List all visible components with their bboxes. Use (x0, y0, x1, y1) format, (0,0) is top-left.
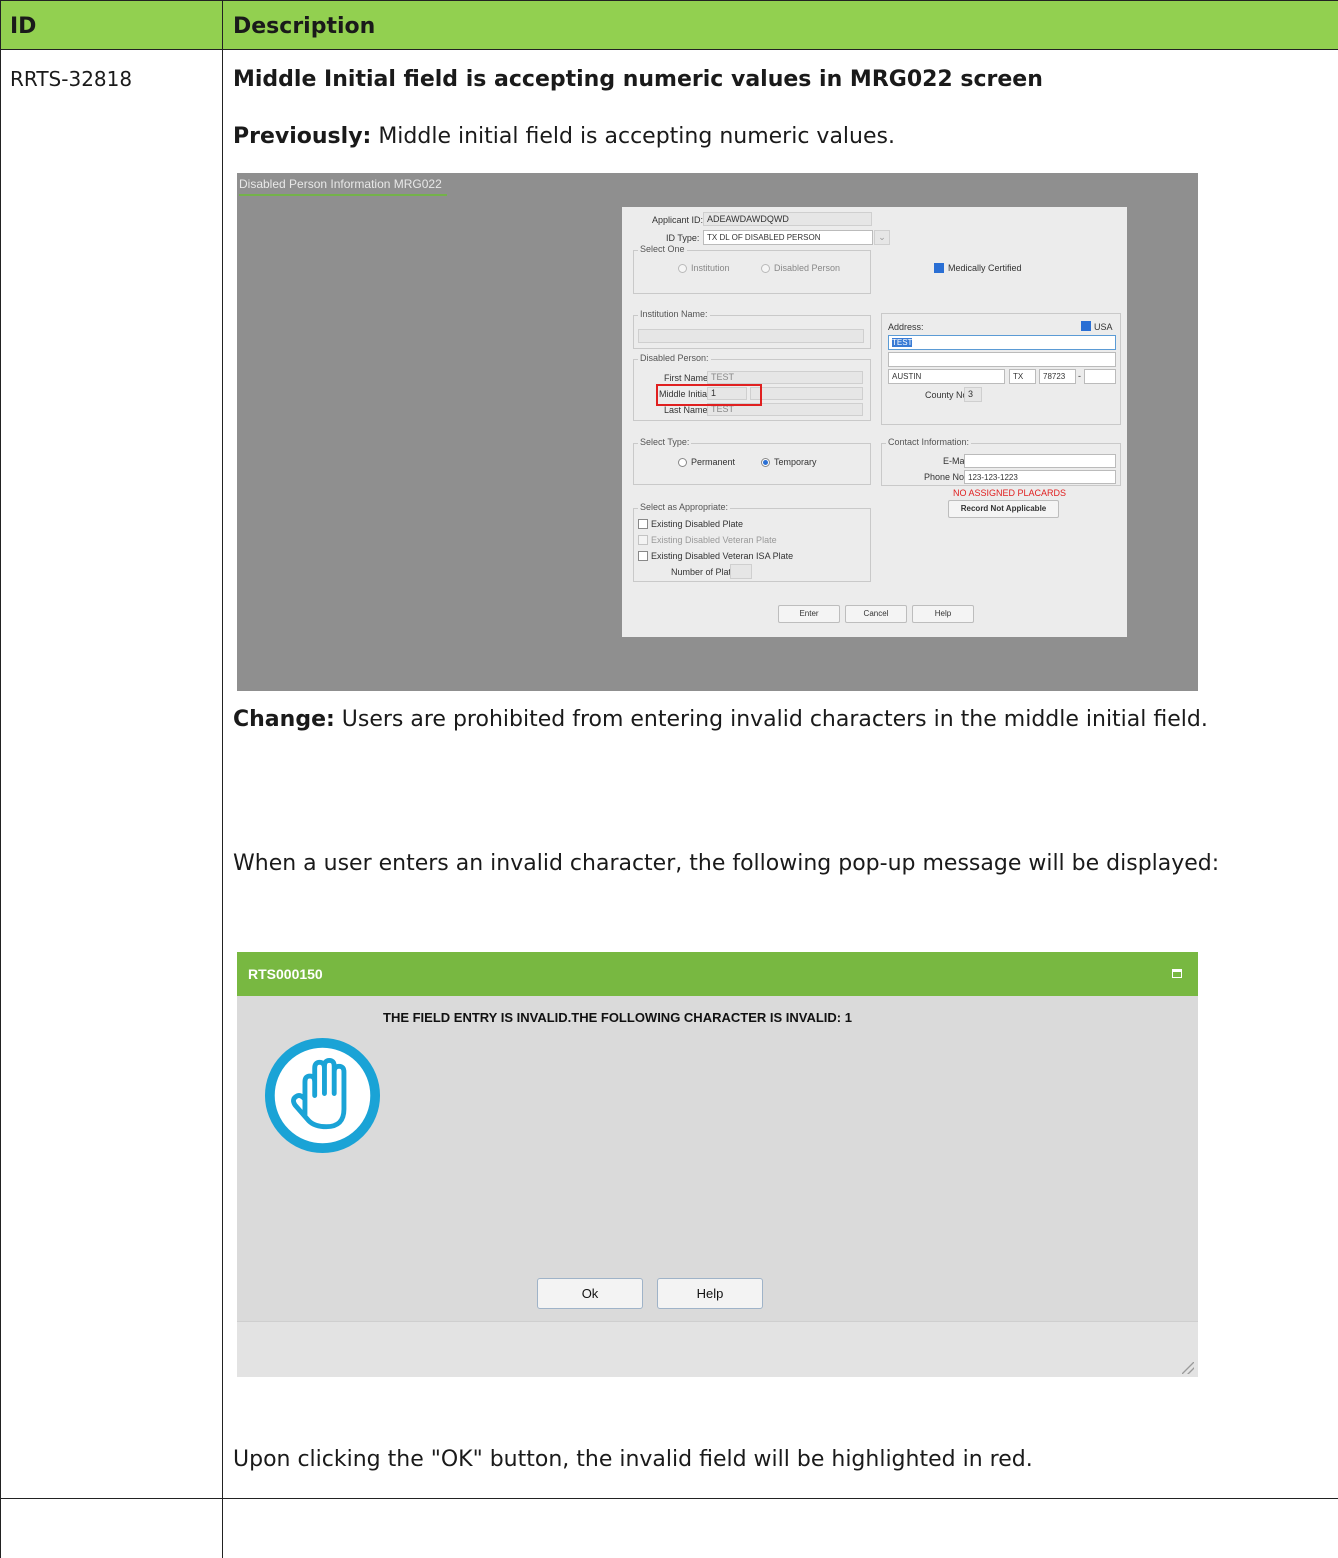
screen-title-underline (239, 194, 447, 196)
maximize-icon[interactable] (1172, 969, 1182, 978)
id-type-dropdown-icon[interactable]: ⌄ (874, 230, 890, 245)
form-panel: Applicant ID: ADEAWDAWDQWD ID Type: TX D… (622, 207, 1127, 637)
dialog-footer (237, 1321, 1198, 1377)
institution-name-label: Institution Name: (638, 309, 710, 319)
county-no-value: 3 (968, 389, 974, 399)
table-header-row: ID Description (0, 0, 1338, 50)
select-type-group: Select Type: Permanent Temporary (633, 437, 871, 485)
existing-veteran-isa-plate-label: Existing Disabled Veteran ISA Plate (651, 551, 794, 561)
ticket-id: RRTS-32818 (10, 67, 133, 91)
phone-input[interactable]: 123-123-1223 (964, 470, 1116, 484)
temporary-radio[interactable] (761, 458, 770, 467)
phone-label: Phone No: (924, 472, 967, 482)
first-name-field[interactable]: TEST (707, 371, 863, 384)
popup-intro-paragraph: When a user enters an invalid character,… (233, 851, 1220, 876)
first-name-value: TEST (711, 372, 735, 382)
select-one-label: Select One (638, 244, 687, 254)
previously-text: Middle initial field is accepting numeri… (371, 124, 895, 149)
first-name-label: First Name: (664, 373, 711, 383)
existing-disabled-plate-label: Existing Disabled Plate (651, 519, 744, 529)
zip-ext-input[interactable] (1084, 369, 1116, 384)
screen-title: Disabled Person Information MRG022 (239, 177, 442, 191)
dialog-help-button[interactable]: Help (657, 1278, 763, 1309)
email-input[interactable] (964, 454, 1116, 468)
existing-veteran-plate-label: Existing Disabled Veteran Plate (651, 535, 777, 545)
error-dialog: RTS000150 THE FIELD ENTRY IS INVALID.THE… (237, 952, 1198, 1377)
address-line1-value: TEST (892, 338, 913, 347)
select-type-label: Select Type: (638, 437, 692, 447)
permanent-radio[interactable] (678, 458, 687, 467)
institution-name-group: Institution Name: (633, 309, 871, 349)
previously-label: Previously: (233, 124, 372, 149)
middle-initial-highlight-box (656, 384, 762, 406)
contact-info-label: Contact Information: (886, 437, 972, 447)
existing-veteran-plate-checkbox[interactable] (638, 535, 648, 545)
stop-hand-icon (264, 1037, 381, 1154)
last-name-label: Last Name: (664, 405, 711, 415)
institution-radio[interactable] (678, 264, 687, 273)
dialog-titlebar: RTS000150 (237, 952, 1198, 996)
address-line1-input[interactable]: TEST (888, 335, 1116, 350)
header-id: ID (10, 14, 37, 39)
medically-certified-label: Medically Certified (948, 263, 1022, 273)
select-appropriate-group: Select as Appropriate: Existing Disabled… (633, 502, 871, 582)
ok-button[interactable]: Ok (537, 1278, 643, 1309)
institution-radio-label: Institution (691, 263, 730, 273)
select-one-group: Select One Institution Disabled Person (633, 244, 871, 294)
state-value: TX (1013, 372, 1024, 381)
existing-disabled-plate-checkbox[interactable] (638, 519, 648, 529)
column-divider (222, 0, 223, 1558)
permanent-label: Permanent (691, 457, 736, 467)
address-group: Address: USA TEST AUSTIN TX 78723 - Coun… (881, 313, 1121, 425)
city-value: AUSTIN (892, 372, 922, 381)
temporary-label: Temporary (774, 457, 817, 467)
phone-value: 123-123-1223 (968, 473, 1018, 482)
release-notes-table: ID Description RRTS-32818 Middle Initial… (0, 0, 1338, 1558)
change-text: Users are prohibited from entering inval… (334, 707, 1208, 732)
state-input[interactable]: TX (1009, 369, 1036, 384)
county-no-field[interactable]: 3 (964, 387, 982, 402)
row-divider (0, 1498, 1338, 1499)
number-of-plates-field[interactable] (730, 564, 752, 579)
mrg022-screenshot: Disabled Person Information MRG022 Appli… (237, 173, 1198, 691)
disabled-person-radio[interactable] (761, 264, 770, 273)
address-label: Address: (888, 322, 924, 332)
issue-title: Middle Initial field is accepting numeri… (233, 67, 1043, 92)
change-label: Change: (233, 707, 335, 732)
applicant-id-field[interactable]: ADEAWDAWDQWD (703, 212, 872, 226)
existing-veteran-isa-plate-checkbox[interactable] (638, 551, 648, 561)
help-button[interactable]: Help (912, 605, 974, 623)
zip-input[interactable]: 78723 (1039, 369, 1076, 384)
select-appropriate-label: Select as Appropriate: (638, 502, 731, 512)
previously-paragraph: Previously: Middle initial field is acce… (233, 121, 1323, 152)
no-placards-message: NO ASSIGNED PLACARDS (953, 488, 1067, 498)
resize-grip-icon[interactable] (1182, 1362, 1194, 1374)
cancel-button[interactable]: Cancel (845, 605, 907, 623)
applicant-id-label: Applicant ID: (652, 215, 704, 225)
medically-certified-checkbox[interactable] (934, 263, 944, 273)
record-not-applicable-button[interactable]: Record Not Applicable (948, 500, 1059, 518)
id-type-value: TX DL OF DISABLED PERSON (707, 233, 821, 242)
middle-initial-spacer (750, 387, 863, 400)
zip-value: 78723 (1043, 372, 1066, 381)
dialog-title: RTS000150 (248, 966, 323, 982)
dialog-message: THE FIELD ENTRY IS INVALID.THE FOLLOWING… (383, 1010, 852, 1025)
id-type-select[interactable]: TX DL OF DISABLED PERSON (703, 230, 873, 245)
usa-label: USA (1094, 322, 1113, 332)
contact-info-group: Contact Information: E-Mail: Phone No: 1… (881, 437, 1121, 486)
header-description: Description (233, 14, 376, 39)
applicant-id-value: ADEAWDAWDQWD (707, 214, 789, 224)
change-paragraph: Change: Users are prohibited from enteri… (233, 704, 1323, 735)
enter-button[interactable]: Enter (778, 605, 840, 623)
city-input[interactable]: AUSTIN (888, 369, 1005, 384)
address-line2-input[interactable] (888, 352, 1116, 367)
usa-checkbox[interactable] (1081, 321, 1091, 331)
id-type-label: ID Type: (666, 233, 700, 243)
institution-name-field[interactable] (638, 329, 864, 343)
table-border-left (0, 0, 1, 1558)
disabled-person-radio-label: Disabled Person (774, 263, 841, 273)
disabled-person-label: Disabled Person: (638, 353, 711, 363)
zip-separator: - (1078, 371, 1081, 381)
after-ok-paragraph: Upon clicking the "OK" button, the inval… (233, 1447, 1033, 1472)
